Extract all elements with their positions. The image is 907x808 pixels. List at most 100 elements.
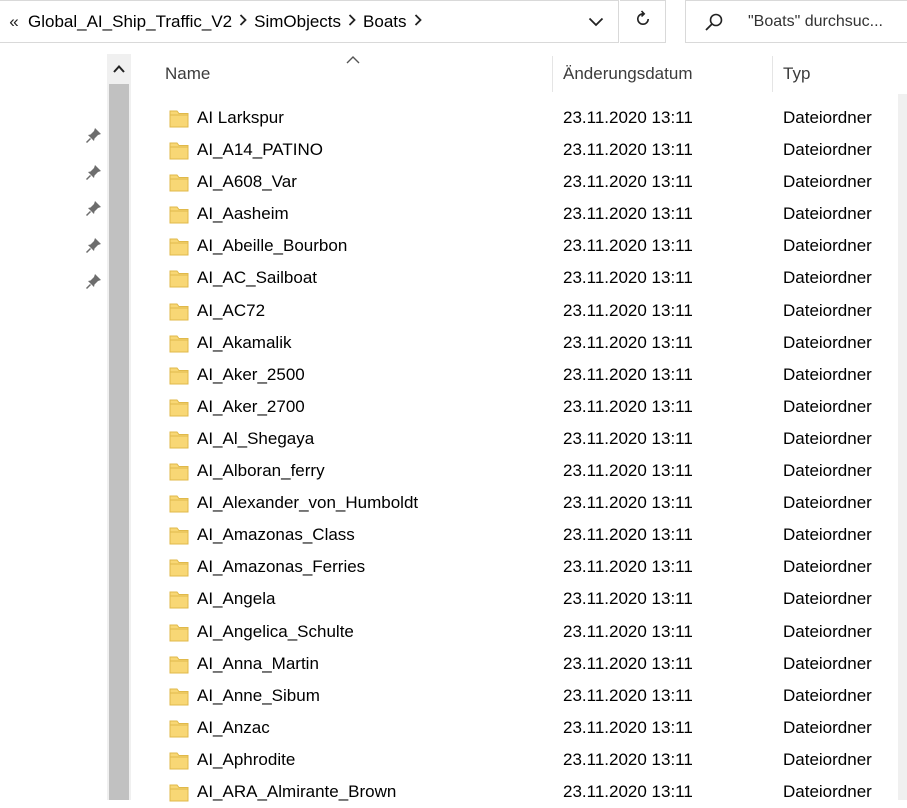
file-name: AI_Anna_Martin xyxy=(197,653,319,673)
modified-date: 23.11.2020 13:11 xyxy=(563,236,693,256)
file-type: Dateiordner xyxy=(783,268,872,288)
folder-icon xyxy=(168,107,190,129)
folder-icon xyxy=(168,203,190,225)
chevron-down-icon[interactable] xyxy=(584,1,608,43)
modified-date: 23.11.2020 13:11 xyxy=(563,428,693,448)
file-type: Dateiordner xyxy=(783,396,872,416)
file-name: AI_Alboran_ferry xyxy=(197,461,325,481)
file-type: Dateiordner xyxy=(783,428,872,448)
file-type: Dateiordner xyxy=(783,525,872,545)
table-row[interactable]: AI_Alboran_ferry 23.11.2020 13:11 Dateiord… xyxy=(131,455,907,487)
breadcrumb-item[interactable]: Global_AI_Ship_Traffic_V2 xyxy=(28,12,232,32)
table-row[interactable]: AI_A14_PATINO 23.11.2020 13:11 Dateiordner xyxy=(131,134,907,166)
file-type: Dateiordner xyxy=(783,653,872,673)
table-row[interactable]: AI_Angelica_Schulte 23.11.2020 13:11 Datei… xyxy=(131,616,907,648)
table-row[interactable]: AI_Alexander_von_Humboldt 23.11.2020 13:1… xyxy=(131,487,907,519)
file-name: AI_Angela xyxy=(197,589,276,609)
modified-date: 23.11.2020 13:11 xyxy=(563,749,693,769)
toolbar: « Global_AI_Ship_Traffic_V2 SimObjects B… xyxy=(0,0,907,44)
table-row[interactable]: AI_Amazonas_Class 23.11.2020 13:11 Dateior… xyxy=(131,519,907,551)
table-row[interactable]: AI_Al_Shegaya 23.11.2020 13:11 Dateiordner xyxy=(131,423,907,455)
column-date[interactable]: Änderungsdatum xyxy=(563,54,768,94)
breadcrumb-item[interactable]: SimObjects xyxy=(254,12,341,32)
file-type: Dateiordner xyxy=(783,781,872,801)
table-row[interactable]: AI_Aker_2700 23.11.2020 13:11 Dateiordner xyxy=(131,391,907,423)
double-chevron-left-icon[interactable]: « xyxy=(0,12,28,32)
table-row[interactable]: AI_Amazonas_Ferries 23.11.2020 13:11 Datei… xyxy=(131,551,907,583)
folder-icon xyxy=(168,139,190,161)
table-row[interactable]: AI_Anna_Martin 23.11.2020 13:11 Dateiordne… xyxy=(131,648,907,680)
file-type: Dateiordner xyxy=(783,749,872,769)
search-icon xyxy=(704,12,732,32)
table-row[interactable]: AI_Aker_2500 23.11.2020 13:11 Dateiordner xyxy=(131,359,907,391)
scrollbar-thumb[interactable] xyxy=(109,84,129,800)
file-name: AI_Aasheim xyxy=(197,204,289,224)
file-name: AI_Aker_2700 xyxy=(197,396,305,416)
pin-icon[interactable] xyxy=(85,126,103,144)
file-type: Dateiordner xyxy=(783,621,872,641)
file-name: AI_ARA_Almirante_Brown xyxy=(197,781,397,801)
file-name: AI_Anzac xyxy=(197,717,270,737)
folder-icon xyxy=(168,653,190,675)
modified-date: 23.11.2020 13:11 xyxy=(563,653,693,673)
modified-date: 23.11.2020 13:11 xyxy=(563,525,693,545)
column-header: Name Änderungsdatum Typ xyxy=(131,54,907,94)
file-name: AI_Aker_2500 xyxy=(197,364,305,384)
breadcrumb-item[interactable]: Boats xyxy=(363,12,406,32)
file-type: Dateiordner xyxy=(783,172,872,192)
table-row[interactable]: AI_Anzac 23.11.2020 13:11 Dateiordner xyxy=(131,712,907,744)
column-name[interactable]: Name xyxy=(165,54,550,94)
chevron-right-icon[interactable] xyxy=(341,14,363,29)
pin-icon[interactable] xyxy=(85,163,103,181)
modified-date: 23.11.2020 13:11 xyxy=(563,557,693,577)
folder-icon xyxy=(168,267,190,289)
file-type: Dateiordner xyxy=(783,589,872,609)
file-name: AI_AC_Sailboat xyxy=(197,268,318,288)
folder-icon xyxy=(168,428,190,450)
table-row[interactable]: AI_A608_Var 23.11.2020 13:11 Dateiordner xyxy=(131,166,907,198)
table-row[interactable]: AI_Akamalik 23.11.2020 13:11 Dateiordner xyxy=(131,327,907,359)
folder-icon xyxy=(168,556,190,578)
table-row[interactable]: AI Larkspur 23.11.2020 13:11 Dateiordner xyxy=(131,102,907,134)
file-type: Dateiordner xyxy=(783,236,872,256)
modified-date: 23.11.2020 13:11 xyxy=(563,781,693,801)
folder-icon xyxy=(168,685,190,707)
column-divider[interactable] xyxy=(552,56,553,92)
address-bar[interactable]: « Global_AI_Ship_Traffic_V2 SimObjects B… xyxy=(0,0,619,43)
modified-date: 23.11.2020 13:11 xyxy=(563,332,693,352)
pin-icon[interactable] xyxy=(85,272,103,290)
table-row[interactable]: AI_Angela 23.11.2020 13:11 Dateiordner xyxy=(131,583,907,615)
folder-icon xyxy=(168,300,190,322)
modified-date: 23.11.2020 13:11 xyxy=(563,300,693,320)
refresh-button[interactable] xyxy=(620,0,666,43)
pin-icon[interactable] xyxy=(85,236,103,254)
nav-scrollbar[interactable] xyxy=(107,54,131,800)
file-name: AI_Anne_Sibum xyxy=(197,685,320,705)
triangle-up-icon[interactable] xyxy=(107,54,131,84)
table-row[interactable]: AI_AC_Sailboat 23.11.2020 13:11 Dateiordne… xyxy=(131,262,907,294)
table-row[interactable]: AI_Aasheim 23.11.2020 13:11 Dateiordner xyxy=(131,198,907,230)
column-type[interactable]: Typ xyxy=(783,54,903,94)
folder-icon xyxy=(168,364,190,386)
table-row[interactable]: AI_Aphrodite 23.11.2020 13:11 Dateiordner xyxy=(131,744,907,776)
list-scrollbar[interactable] xyxy=(898,94,907,800)
file-name: AI_A608_Var xyxy=(197,172,297,192)
file-name: AI_AC72 xyxy=(197,300,266,320)
file-type: Dateiordner xyxy=(783,140,872,160)
table-row[interactable]: AI_ARA_Almirante_Brown 23.11.2020 13:11 Da… xyxy=(131,776,907,808)
pin-icon[interactable] xyxy=(85,199,103,217)
column-divider[interactable] xyxy=(772,56,773,92)
modified-date: 23.11.2020 13:11 xyxy=(563,621,693,641)
table-row[interactable]: AI_Abeille_Bourbon 23.11.2020 13:11 Dateio… xyxy=(131,230,907,262)
modified-date: 23.11.2020 13:11 xyxy=(563,204,693,224)
table-row[interactable]: AI_Anne_Sibum 23.11.2020 13:11 Dateiordner xyxy=(131,680,907,712)
chevron-right-icon[interactable] xyxy=(407,14,429,29)
modified-date: 23.11.2020 13:11 xyxy=(563,717,693,737)
table-row[interactable]: AI_AC72 23.11.2020 13:11 Dateiordner xyxy=(131,295,907,327)
folder-icon xyxy=(168,717,190,739)
search-placeholder[interactable]: "Boats" durchsuc... xyxy=(748,13,883,31)
file-name: AI_Amazonas_Class xyxy=(197,525,355,545)
search-box[interactable]: "Boats" durchsuc... xyxy=(685,0,907,43)
chevron-right-icon[interactable] xyxy=(232,14,254,29)
folder-icon xyxy=(168,460,190,482)
